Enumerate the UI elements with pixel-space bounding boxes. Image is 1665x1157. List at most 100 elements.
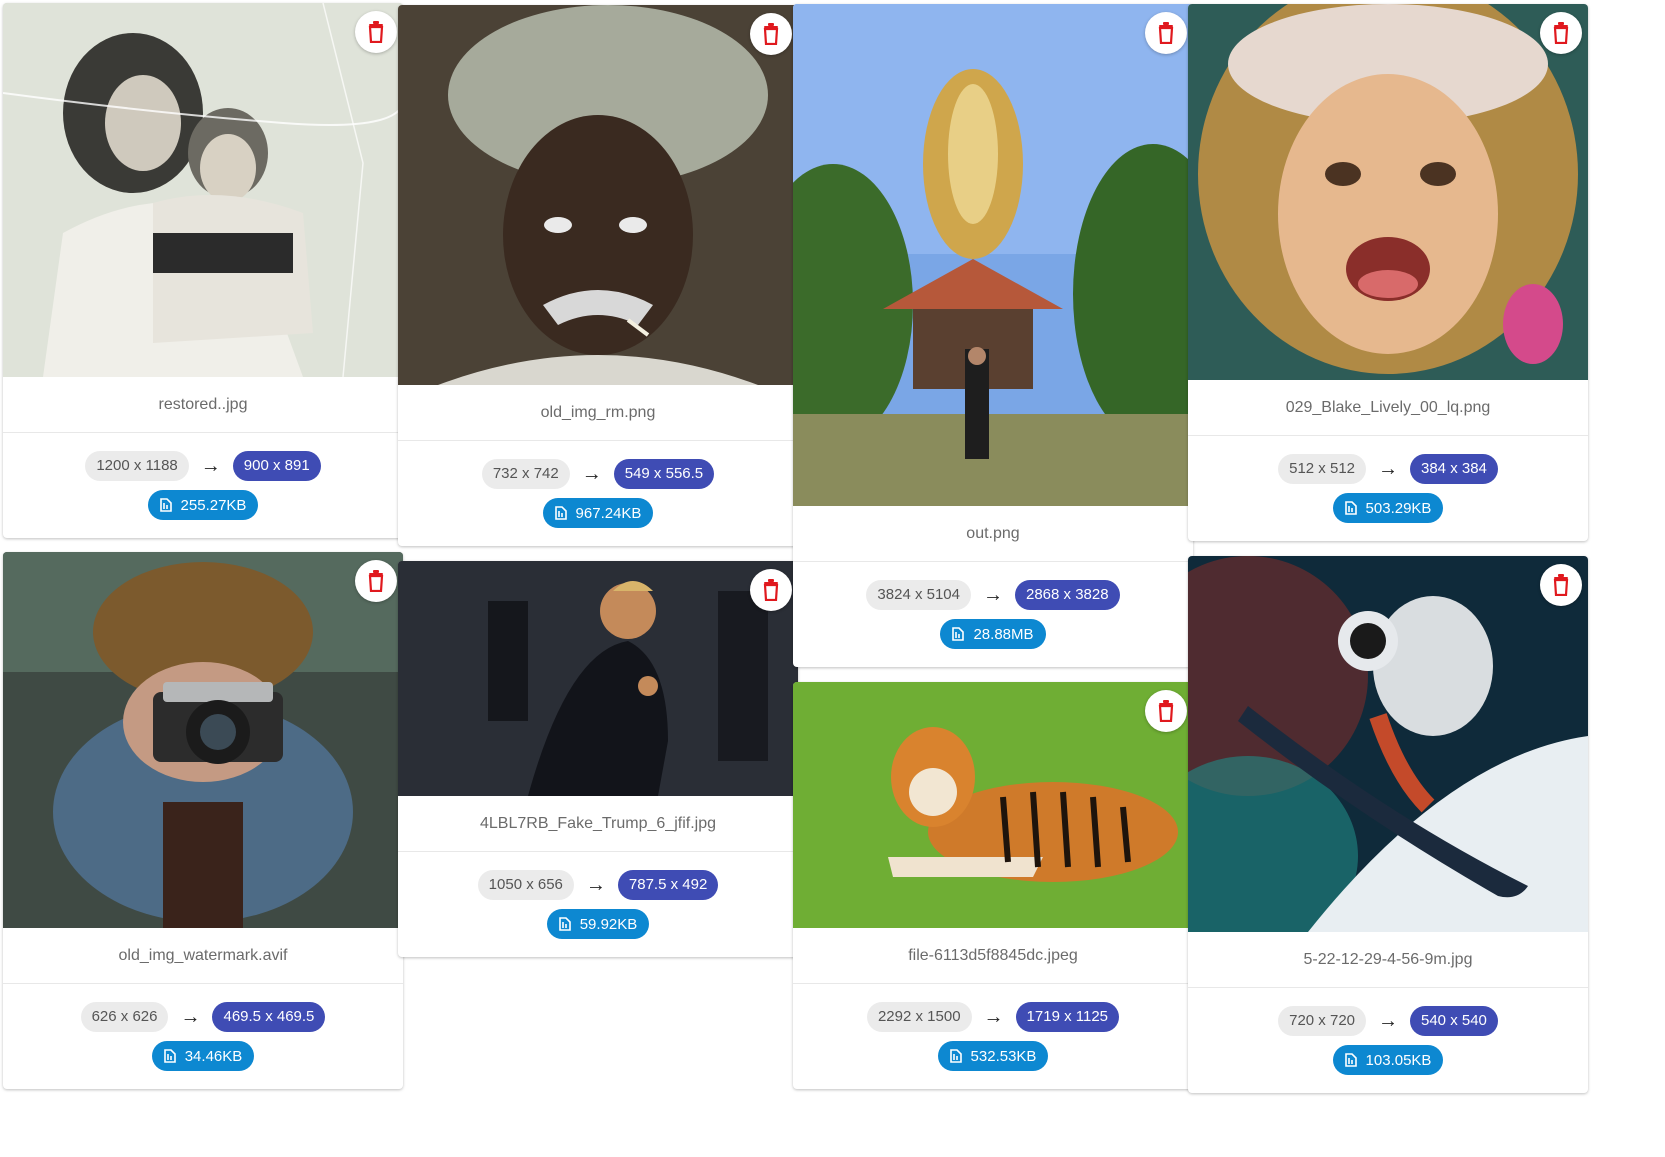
trash-icon	[368, 21, 384, 43]
file-name: 029_Blake_Lively_00_lq.png	[1188, 380, 1588, 436]
file-size-icon	[949, 1049, 962, 1063]
arrow-right-icon: →	[180, 1006, 201, 1028]
scaled-dimensions-chip: 384 x 384	[1410, 454, 1498, 484]
file-size-chip: 103.05KB	[1332, 1045, 1444, 1075]
file-name: out.png	[793, 506, 1193, 562]
file-size-value: 255.27KB	[180, 496, 247, 514]
file-name: old_img_rm.png	[398, 385, 798, 441]
delete-button[interactable]	[1145, 690, 1187, 732]
original-dimensions-chip: 732 x 742	[481, 459, 570, 489]
scaled-dimensions-chip: 1719 x 1125	[1015, 1002, 1120, 1032]
file-size-value: 34.46KB	[184, 1047, 243, 1065]
dimensions-row: 3824 x 5104 → 2868 x 3828	[866, 579, 1120, 611]
arrow-right-icon: →	[585, 874, 606, 896]
dimensions-row: 1200 x 1188 → 900 x 891	[85, 450, 321, 482]
file-size-chip: 255.27KB	[147, 490, 259, 520]
image-thumbnail[interactable]	[398, 561, 798, 796]
image-meta: 626 x 626 → 469.5 x 469.5 34.46KB	[3, 984, 403, 1089]
file-name: file-6113d5f8845dc.jpeg	[793, 928, 1193, 984]
file-name: 4LBL7RB_Fake_Trump_6_jfif.jpg	[398, 796, 798, 852]
file-size-value: 59.92KB	[579, 915, 638, 933]
delete-button[interactable]	[1540, 12, 1582, 54]
scaled-dimensions-chip: 549 x 556.5	[613, 459, 715, 489]
image-thumbnail[interactable]	[3, 3, 403, 377]
trash-icon	[1553, 574, 1569, 596]
delete-button[interactable]	[1145, 12, 1187, 54]
image-thumbnail[interactable]	[793, 682, 1193, 928]
trash-icon	[763, 23, 779, 45]
image-thumbnail[interactable]	[1188, 556, 1588, 932]
file-size-icon	[163, 1049, 176, 1063]
file-size-value: 532.53KB	[970, 1047, 1037, 1065]
trash-icon	[1158, 22, 1174, 44]
astronaut-surfing-image	[1188, 556, 1588, 932]
image-thumbnail[interactable]	[398, 5, 798, 385]
file-size-chip: 967.24KB	[542, 498, 654, 528]
image-card: old_img_rm.png 732 x 742 → 549 x 556.5 9…	[398, 5, 798, 546]
original-dimensions-chip: 1200 x 1188	[85, 451, 189, 481]
dimensions-row: 732 x 742 → 549 x 556.5	[481, 458, 715, 490]
trash-icon	[1158, 700, 1174, 722]
image-meta: 1050 x 656 → 787.5 x 492 59.92KB	[398, 852, 798, 957]
file-size-icon	[554, 506, 567, 520]
file-name: restored..jpg	[3, 377, 403, 433]
scaled-dimensions-chip: 469.5 x 469.5	[212, 1002, 326, 1032]
trash-icon	[763, 579, 779, 601]
trash-icon	[1553, 22, 1569, 44]
dimensions-row: 1050 x 656 → 787.5 x 492	[477, 869, 719, 901]
photographer-image	[3, 552, 403, 928]
file-size-icon	[952, 627, 965, 641]
temple-statue-image	[793, 4, 1193, 506]
image-meta: 3824 x 5104 → 2868 x 3828 28.88MB	[793, 562, 1193, 667]
image-card: old_img_watermark.avif 626 x 626 → 469.5…	[3, 552, 403, 1089]
original-dimensions-chip: 720 x 720	[1278, 1006, 1366, 1036]
tiger-image	[793, 682, 1193, 928]
arrow-right-icon: →	[1378, 1010, 1398, 1032]
file-size-icon	[1344, 1053, 1357, 1067]
file-size-chip: 34.46KB	[151, 1041, 255, 1071]
arrow-right-icon: →	[200, 455, 221, 477]
trash-icon	[368, 570, 384, 592]
dimensions-row: 2292 x 1500 → 1719 x 1125	[866, 1001, 1120, 1033]
file-size-icon	[159, 498, 172, 512]
dimensions-row: 720 x 720 → 540 x 540	[1278, 1005, 1498, 1037]
image-card: 5-22-12-29-4-56-9m.jpg 720 x 720 → 540 x…	[1188, 556, 1588, 1093]
image-meta: 720 x 720 → 540 x 540 103.05KB	[1188, 988, 1588, 1093]
file-size-value: 28.88MB	[973, 625, 1034, 643]
original-dimensions-chip: 1050 x 656	[477, 870, 574, 900]
file-name: old_img_watermark.avif	[3, 928, 403, 984]
scaled-dimensions-chip: 2868 x 3828	[1015, 580, 1120, 610]
scaled-dimensions-chip: 900 x 891	[232, 451, 321, 481]
delete-button[interactable]	[750, 569, 792, 611]
arrow-right-icon: →	[983, 1006, 1004, 1028]
image-card: restored..jpg 1200 x 1188 → 900 x 891 25…	[3, 3, 403, 538]
delete-button[interactable]	[1540, 564, 1582, 606]
delete-button[interactable]	[750, 13, 792, 55]
file-size-chip: 532.53KB	[937, 1041, 1049, 1071]
image-card: 4LBL7RB_Fake_Trump_6_jfif.jpg 1050 x 656…	[398, 561, 798, 957]
image-grid: restored..jpg 1200 x 1188 → 900 x 891 25…	[0, 0, 1665, 1157]
restored-photo-image	[3, 3, 403, 377]
delete-button[interactable]	[355, 11, 397, 53]
arrow-right-icon: →	[1378, 458, 1398, 480]
delete-button[interactable]	[355, 560, 397, 602]
image-thumbnail[interactable]	[3, 552, 403, 928]
file-size-icon	[558, 917, 571, 931]
image-card: out.png 3824 x 5104 → 2868 x 3828 28.88M…	[793, 4, 1193, 667]
file-size-icon	[1344, 501, 1357, 515]
file-size-value: 503.29KB	[1365, 499, 1432, 517]
image-card: 029_Blake_Lively_00_lq.png 512 x 512 → 3…	[1188, 4, 1588, 541]
praying-man-image	[398, 561, 798, 796]
image-meta: 732 x 742 → 549 x 556.5 967.24KB	[398, 441, 798, 546]
original-dimensions-chip: 512 x 512	[1278, 454, 1366, 484]
child-portrait-image	[1188, 4, 1588, 380]
image-thumbnail[interactable]	[1188, 4, 1588, 380]
file-size-value: 967.24KB	[575, 504, 642, 522]
image-thumbnail[interactable]	[793, 4, 1193, 506]
file-size-chip: 59.92KB	[546, 909, 650, 939]
file-name: 5-22-12-29-4-56-9m.jpg	[1188, 932, 1588, 988]
arrow-right-icon: →	[581, 463, 602, 485]
image-meta: 2292 x 1500 → 1719 x 1125 532.53KB	[793, 984, 1193, 1089]
file-size-chip: 503.29KB	[1332, 493, 1444, 523]
turban-man-image	[398, 5, 798, 385]
